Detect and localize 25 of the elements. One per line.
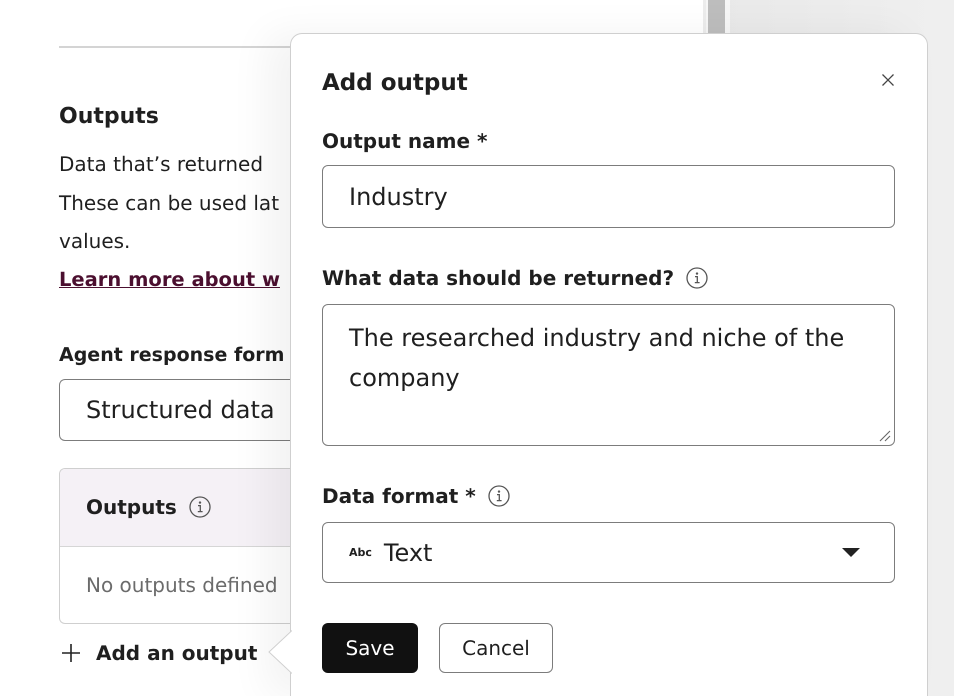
- learn-more-link[interactable]: Learn more about w: [59, 260, 290, 298]
- plus-icon: [62, 644, 80, 662]
- info-icon[interactable]: [188, 496, 211, 518]
- output-name-input[interactable]: Industry: [322, 165, 895, 228]
- popover-title: Add output: [322, 69, 468, 98]
- data-format-select[interactable]: Abc Text: [322, 522, 895, 583]
- format-type-label: Abc: [349, 546, 372, 559]
- card-title: Outputs: [86, 495, 177, 519]
- field-label: What data should be returned?: [322, 265, 674, 292]
- info-icon[interactable]: [686, 267, 708, 289]
- field-label: Output name *: [322, 128, 488, 155]
- description-textarea[interactable]: The researched industry and niche of the company: [322, 304, 895, 446]
- section-description: Data that’s returned These can be used lat values.: [59, 151, 280, 255]
- empty-state-text: No outputs defined: [86, 572, 278, 596]
- field-label: Data format *: [322, 483, 476, 510]
- response-format-label: Agent response form: [59, 342, 286, 368]
- info-icon[interactable]: [488, 485, 510, 507]
- section-title: Outputs: [59, 103, 160, 131]
- cancel-button[interactable]: Cancel: [439, 623, 553, 673]
- close-icon[interactable]: [882, 74, 894, 86]
- save-button[interactable]: Save: [322, 623, 418, 673]
- scrollbar-thumb[interactable]: [708, 0, 725, 33]
- add-output-button[interactable]: Add an output: [62, 638, 258, 668]
- caret-icon: [842, 548, 860, 557]
- resize-handle-icon[interactable]: [879, 430, 891, 442]
